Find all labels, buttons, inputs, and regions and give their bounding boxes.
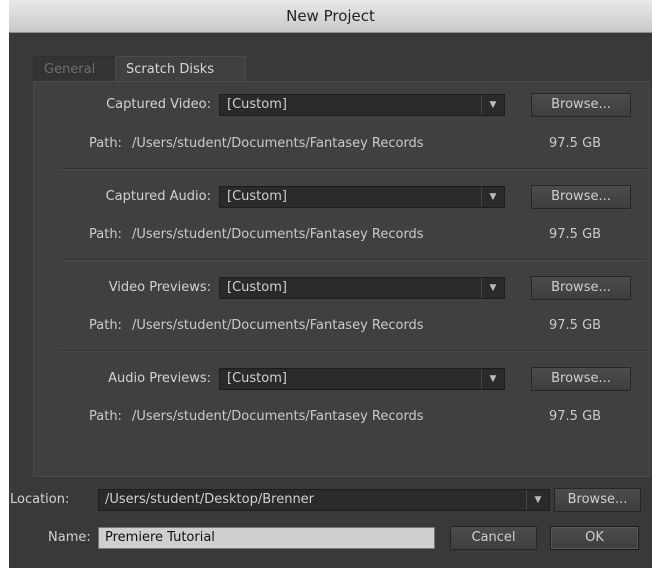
video-previews-row: Video Previews: [Custom] ▼ Browse... [34,276,649,300]
audio-previews-dropdown[interactable]: [Custom] ▼ [219,368,505,390]
divider [61,168,646,170]
audio-previews-path-row: Path: /Users/student/Documents/Fantasey … [34,406,649,428]
captured-audio-label: Captured Audio: [105,189,211,204]
chevron-down-icon: ▼ [481,187,504,207]
captured-audio-value: [Custom] [227,189,287,204]
captured-video-label: Captured Video: [106,97,211,112]
path-label: Path: [89,318,122,333]
new-project-dialog: New Project General Scratch Disks Captur… [9,0,652,568]
tab-scratch-disks[interactable]: Scratch Disks [115,56,246,81]
video-previews-path: /Users/student/Documents/Fantasey Record… [132,318,424,333]
name-label: Name: [48,530,91,545]
path-label: Path: [89,227,122,242]
audio-previews-row: Audio Previews: [Custom] ▼ Browse... [34,367,649,391]
scratch-disks-panel: Captured Video: [Custom] ▼ Browse... Pat… [33,81,650,477]
video-previews-label: Video Previews: [108,280,211,295]
video-previews-size: 97.5 GB [549,318,602,333]
captured-video-path: /Users/student/Documents/Fantasey Record… [132,136,424,151]
divider [61,350,646,352]
ok-button[interactable]: OK [550,526,639,550]
captured-audio-row: Captured Audio: [Custom] ▼ Browse... [34,185,649,209]
location-dropdown[interactable]: /Users/student/Desktop/Brenner ▼ [98,489,550,511]
tab-general[interactable]: General [33,56,115,81]
divider [61,259,646,261]
video-previews-path-row: Path: /Users/student/Documents/Fantasey … [34,315,649,337]
captured-audio-path-row: Path: /Users/student/Documents/Fantasey … [34,224,649,246]
chevron-down-icon: ▼ [481,369,504,389]
video-previews-value: [Custom] [227,280,287,295]
captured-audio-dropdown[interactable]: [Custom] ▼ [219,186,505,208]
captured-video-value: [Custom] [227,97,287,112]
captured-video-size: 97.5 GB [549,136,602,151]
window-title: New Project [9,0,652,33]
path-label: Path: [89,136,122,151]
audio-previews-path: /Users/student/Documents/Fantasey Record… [132,409,424,424]
audio-previews-browse-button[interactable]: Browse... [531,367,631,391]
captured-audio-path: /Users/student/Documents/Fantasey Record… [132,227,424,242]
audio-previews-value: [Custom] [227,371,287,386]
audio-previews-size: 97.5 GB [549,409,602,424]
captured-video-path-row: Path: /Users/student/Documents/Fantasey … [34,133,649,155]
captured-audio-size: 97.5 GB [549,227,602,242]
captured-video-browse-button[interactable]: Browse... [531,93,631,117]
chevron-down-icon: ▼ [481,95,504,115]
path-label: Path: [89,409,122,424]
location-label: Location: [10,492,70,507]
captured-video-row: Captured Video: [Custom] ▼ Browse... [34,93,649,117]
location-value: /Users/student/Desktop/Brenner [105,492,315,507]
cancel-button[interactable]: Cancel [450,526,537,550]
video-previews-browse-button[interactable]: Browse... [531,276,631,300]
chevron-down-icon: ▼ [481,278,504,298]
audio-previews-label: Audio Previews: [108,371,211,386]
captured-audio-browse-button[interactable]: Browse... [531,185,631,209]
background-strip [0,0,9,568]
captured-video-dropdown[interactable]: [Custom] ▼ [219,94,505,116]
project-name-input[interactable]: Premiere Tutorial [98,527,435,549]
video-previews-dropdown[interactable]: [Custom] ▼ [219,277,505,299]
chevron-down-icon: ▼ [526,490,549,510]
location-browse-button[interactable]: Browse... [554,488,641,512]
